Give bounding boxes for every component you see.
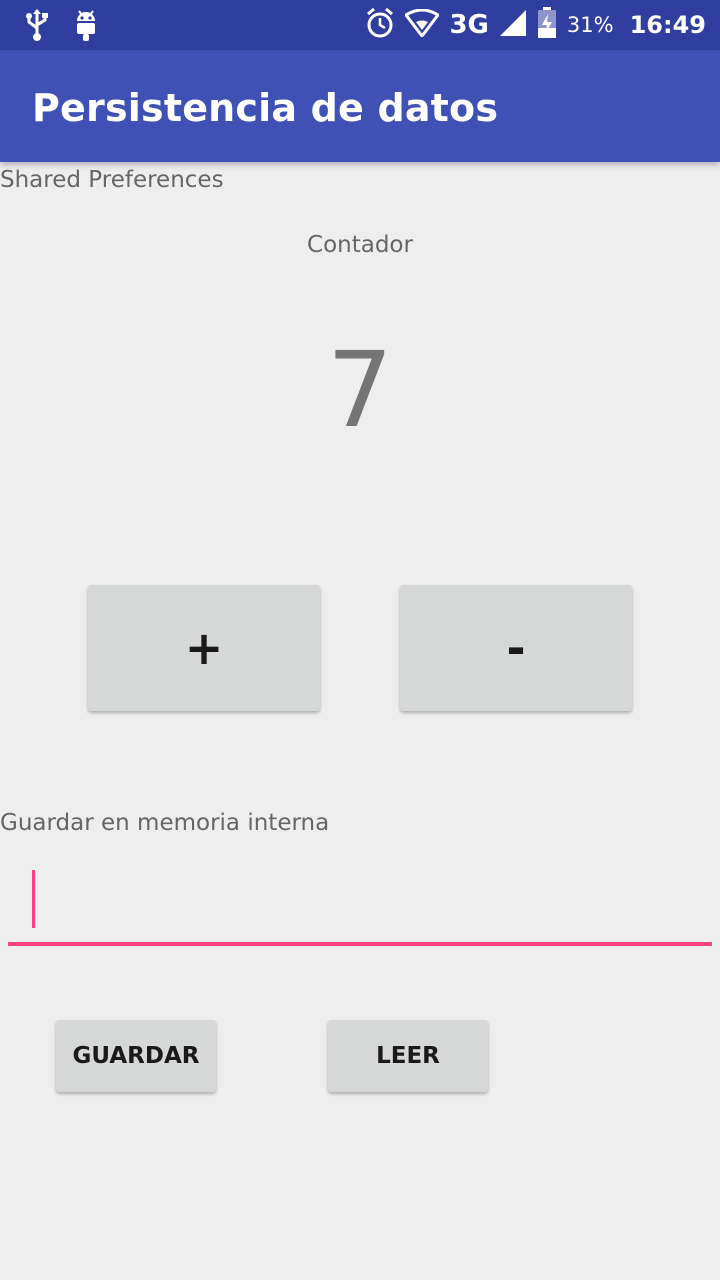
signal-icon (499, 9, 527, 42)
counter-caption: Contador (307, 232, 413, 258)
input-underline (8, 942, 712, 946)
app-bar: Persistencia de datos (0, 50, 720, 162)
internal-storage-label: Guardar en memoria interna (0, 810, 330, 836)
battery-percent: 31% (566, 13, 614, 37)
alarm-icon (365, 7, 395, 44)
increment-button[interactable]: + (88, 585, 320, 711)
network-type: 3G (449, 10, 489, 40)
battery-charging-icon (537, 6, 557, 44)
status-bar: 3G 31% 16:49 (0, 0, 720, 50)
wifi-icon (404, 8, 441, 42)
android-debug-icon (72, 8, 100, 47)
shared-preferences-label: Shared Preferences (0, 167, 224, 193)
clock-time: 16:49 (629, 11, 706, 39)
status-left-icons (24, 8, 100, 47)
text-cursor (32, 870, 35, 928)
app-title: Persistencia de datos (32, 86, 499, 130)
save-button[interactable]: GUARDAR (56, 1020, 216, 1092)
status-right-icons: 3G 31% 16:49 (365, 6, 706, 44)
counter-value: 7 (326, 329, 394, 451)
usb-icon (24, 8, 50, 47)
text-input[interactable] (36, 872, 700, 930)
read-button[interactable]: LEER (328, 1020, 488, 1092)
text-input-container[interactable] (8, 860, 712, 946)
decrement-button[interactable]: - (400, 585, 632, 711)
